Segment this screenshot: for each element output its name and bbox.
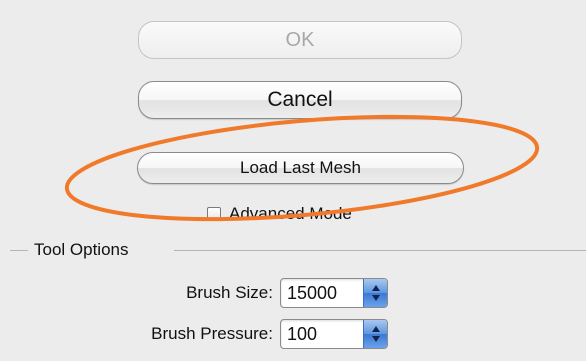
- brush-size-field[interactable]: 15000: [280, 278, 388, 308]
- group-divider-left: [10, 250, 28, 251]
- brush-pressure-label: Brush Pressure:: [151, 324, 273, 343]
- ok-button[interactable]: OK: [138, 21, 462, 59]
- tool-options-title: Tool Options: [34, 240, 129, 259]
- brush-size-value[interactable]: 15000: [281, 283, 363, 304]
- brush-size-stepper-icon[interactable]: [363, 279, 387, 307]
- advanced-mode-checkbox-row[interactable]: Advanced Mode: [207, 204, 352, 224]
- brush-pressure-field[interactable]: 100: [280, 319, 388, 349]
- brush-pressure-stepper-icon[interactable]: [363, 320, 387, 348]
- group-divider-right: [174, 250, 586, 251]
- brush-pressure-value[interactable]: 100: [281, 324, 363, 345]
- advanced-mode-label: Advanced Mode: [229, 204, 352, 223]
- brush-size-label: Brush Size:: [186, 283, 273, 302]
- advanced-mode-checkbox[interactable]: [207, 207, 221, 221]
- cancel-button[interactable]: Cancel: [138, 81, 462, 119]
- load-last-mesh-button[interactable]: Load Last Mesh: [137, 152, 464, 184]
